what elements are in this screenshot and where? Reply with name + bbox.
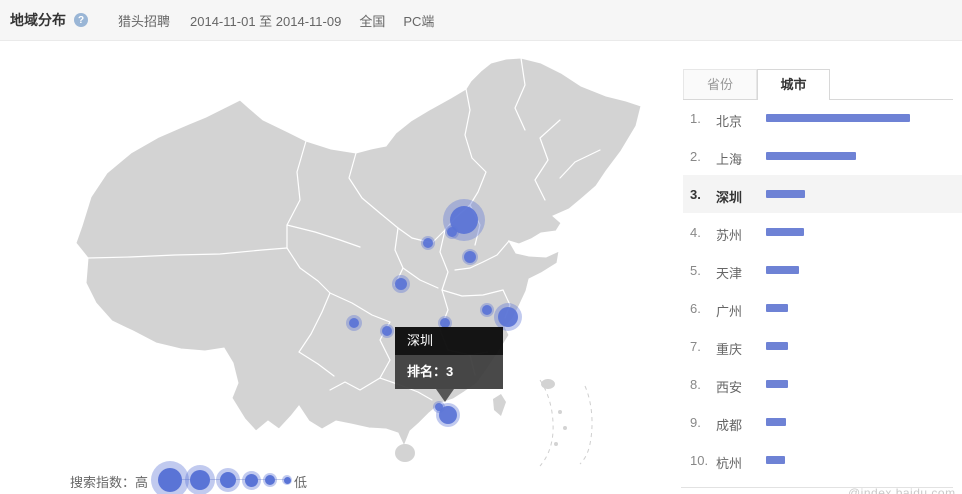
legend-low-label: 低 [294,472,307,491]
rank-number: 4. [690,225,701,240]
map-bubble-core[interactable] [464,251,476,263]
region-label: 全国 [359,11,385,30]
rank-row[interactable]: 8. 西安 [683,365,962,403]
map-bubble-core[interactable] [349,318,359,328]
south-china-sea-inset [540,379,592,466]
index-bar [766,266,799,274]
index-bar [766,152,856,160]
rank-number: 8. [690,377,701,392]
map-bubble-core[interactable] [423,238,433,248]
map-bubble-core[interactable] [395,278,407,290]
watermark: @index.baidu.com [848,486,956,494]
legend-circle-core [158,468,182,492]
rank-row[interactable]: 9. 成都 [683,403,962,441]
legend-circle-core [220,472,236,488]
city-name: 重庆 [716,339,742,358]
rank-number: 7. [690,339,701,354]
rank-number: 2. [690,149,701,164]
city-name: 杭州 [716,453,742,472]
legend-high-label: 搜索指数：高 [70,472,148,491]
tab-city[interactable]: 城市 [757,69,830,100]
map-bubble-core[interactable] [447,227,457,237]
ranking-tabs: 省份 城市 [683,69,953,100]
rank-row[interactable]: 10. 杭州 [683,441,962,479]
index-bar [766,342,788,350]
help-icon[interactable]: ? [74,13,88,27]
index-bar [766,190,805,198]
city-name: 广州 [716,301,742,320]
tab-province[interactable]: 省份 [683,69,757,99]
map-bubble-core[interactable] [439,406,457,424]
rank-row[interactable]: 2. 上海 [683,137,962,175]
widget-header: 地域分布 ? 猎头招聘 2014-11-01 至 2014-11-09 全国 P… [0,0,962,41]
rank-row[interactable]: 6. 广州 [683,289,962,327]
legend-circle-core [284,477,291,484]
page-title: 地域分布 [10,10,66,30]
city-name: 深圳 [716,187,742,206]
size-legend: 搜索指数：高 低 [70,460,330,494]
map-tooltip: 深圳 排名：3 [395,327,503,389]
tooltip-city: 深圳 [395,327,503,355]
rank-row[interactable]: 7. 重庆 [683,327,962,365]
rank-number: 3. [690,187,701,202]
platform-label: PC端 [403,11,434,30]
rank-number: 1. [690,111,701,126]
rank-number: 9. [690,415,701,430]
city-name: 苏州 [716,225,742,244]
city-name: 上海 [716,149,742,168]
index-bar [766,114,910,122]
rank-number: 6. [690,301,701,316]
city-name: 天津 [716,263,742,282]
city-name: 成都 [716,415,742,434]
index-bar [766,380,788,388]
index-bar [766,418,786,426]
china-mainland-shape [76,58,641,446]
taiwan-island [493,394,506,416]
region-distribution-widget: 地域分布 ? 猎头招聘 2014-11-01 至 2014-11-09 全国 P… [0,0,962,494]
rank-number: 10. [690,453,708,468]
rank-row[interactable]: 4. 苏州 [683,213,962,251]
rank-row[interactable]: 3. 深圳 [683,175,962,213]
tooltip-rank: 排名：3 [395,355,503,389]
index-bar [766,228,804,236]
legend-circle-core [265,475,275,485]
map-bubble-core[interactable] [498,307,518,327]
index-bar [766,456,785,464]
legend-circle-core [190,470,210,490]
rank-row[interactable]: 1. 北京 [683,99,962,137]
city-name: 北京 [716,111,742,130]
tooltip-arrow-icon [436,389,454,402]
index-bar [766,304,788,312]
legend-circle-core [245,474,258,487]
map-bubble-core[interactable] [382,326,392,336]
keyword-label: 猎头招聘 [118,11,170,30]
hainan-island [395,444,415,462]
city-ranking-list: 1. 北京 2. 上海 3. 深圳 4. 苏州 5. 天津 6. 广州 7. 重庆 8. 西安 9. 成都 10. 杭… [683,99,962,479]
date-range-label: 2014-11-01 至 2014-11-09 [190,11,341,30]
rank-number: 5. [690,263,701,278]
rank-row[interactable]: 5. 天津 [683,251,962,289]
city-name: 西安 [716,377,742,396]
map-bubble-core[interactable] [482,305,492,315]
